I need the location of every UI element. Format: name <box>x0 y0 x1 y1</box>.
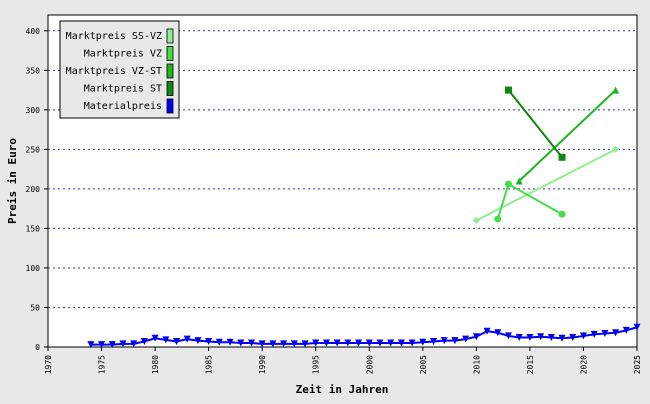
data-point <box>558 210 566 218</box>
legend-label: Marktpreis SS-VZ <box>66 31 162 42</box>
x-axis-label: Zeit in Jahren <box>296 383 389 396</box>
y-axis-label: Preis in Euro <box>6 138 19 224</box>
legend-swatch <box>166 81 174 96</box>
legend-label: Marktpreis VZ <box>84 49 162 60</box>
x-tick-label: 1990 <box>258 355 267 374</box>
data-point <box>504 180 512 188</box>
x-tick-label: 1975 <box>98 355 107 374</box>
legend-swatch <box>166 98 174 114</box>
x-tick-label: 2015 <box>526 355 535 374</box>
chart: 0 50 100 150 200 250 300 350 400 1970 1975 1980 1985… <box>0 0 650 400</box>
y-tick-label: 250 <box>26 145 41 154</box>
data-point <box>558 153 566 161</box>
y-tick-label: 50 <box>30 303 40 312</box>
x-tick-label: 2020 <box>579 355 588 374</box>
legend-swatch <box>166 63 174 79</box>
x-tick-label: 1995 <box>312 355 321 374</box>
y-tick-label: 400 <box>26 27 41 36</box>
y-tick-label: 150 <box>26 224 41 233</box>
x-tick-label: 1985 <box>205 355 214 374</box>
y-tick-label: 100 <box>26 264 41 273</box>
legend-label: Materialpreis <box>84 101 162 112</box>
chart-svg: 0 50 100 150 200 250 300 350 400 1970 1975 1980 1985… <box>6 14 642 396</box>
data-point <box>494 215 502 223</box>
x-tick-label: 2025 <box>633 355 642 374</box>
legend-label: Marktpreis VZ-ST <box>66 66 162 77</box>
x-tick-label: 1970 <box>44 355 53 374</box>
x-tick-label: 2010 <box>472 355 481 374</box>
x-tick-label: 2000 <box>365 355 374 374</box>
legend-swatch <box>166 28 174 44</box>
y-tick-label: 350 <box>26 66 41 75</box>
y-tick-label: 300 <box>26 106 41 115</box>
legend-label: Marktpreis ST <box>84 84 162 95</box>
x-tick-label: 2005 <box>419 355 428 374</box>
x-tick-label: 1980 <box>151 355 160 374</box>
legend: Marktpreis SS-VZ Marktpreis VZ Marktpreis … <box>59 20 180 119</box>
y-tick-label: 200 <box>26 185 41 194</box>
data-point <box>504 86 512 94</box>
legend-swatch <box>166 46 174 61</box>
y-tick-label: 0 <box>35 343 40 352</box>
